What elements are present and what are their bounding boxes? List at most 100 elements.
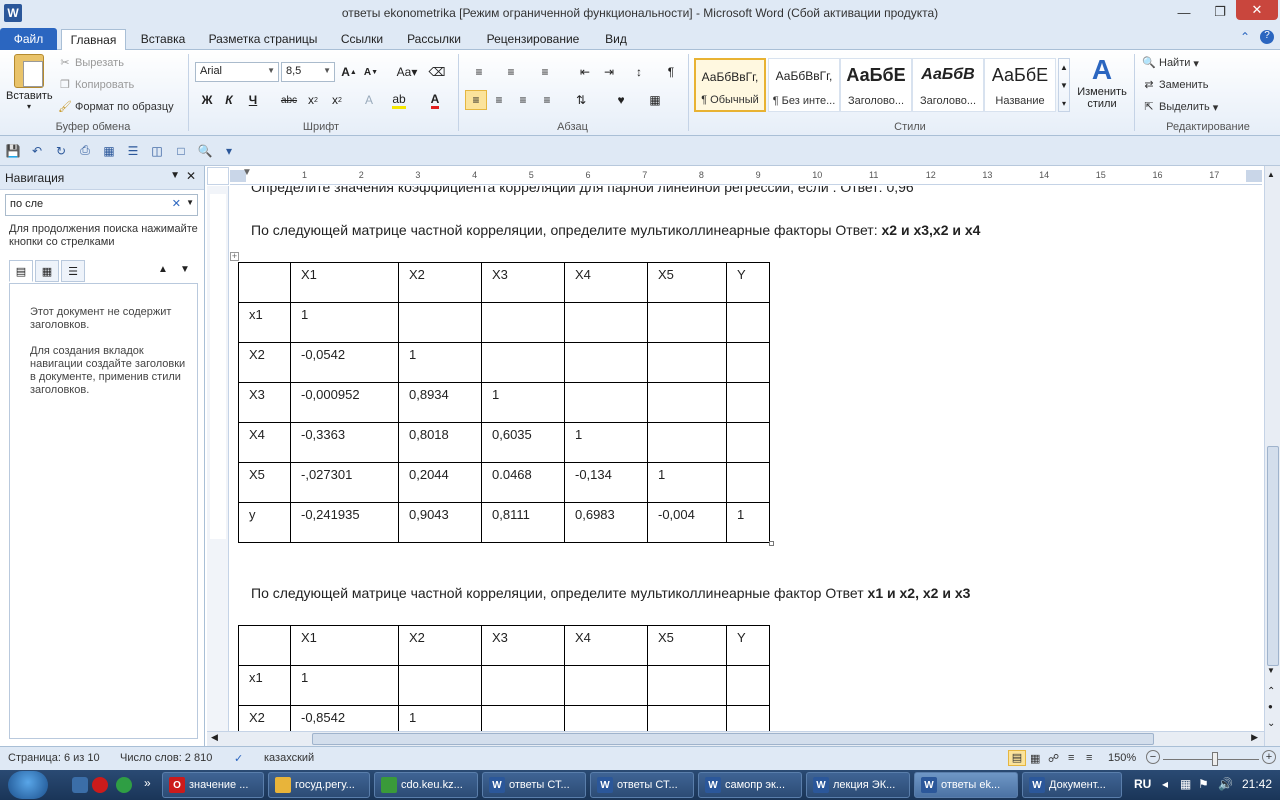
correlation-table-1[interactable]: X1 X2 X3 X4 X5 Yx1 1 X2 -0,0542 1 X3 -0,000952 0,893… [238, 262, 770, 543]
multilevel-list-icon[interactable]: ≡ [534, 62, 556, 82]
style-title[interactable]: АаБбЕ Название [984, 58, 1056, 112]
redo-icon[interactable]: ↻ [52, 142, 70, 160]
customize-qat-icon[interactable]: ▾ [220, 142, 238, 160]
taskbar-item[interactable]: Wответы ek... [914, 772, 1018, 798]
network-icon[interactable]: ▦ [1180, 777, 1191, 791]
subscript-button[interactable]: x2 [302, 90, 324, 110]
table-cell[interactable]: 0,6035 [481, 422, 565, 463]
taskbar-item[interactable]: Wответы СТ... [590, 772, 694, 798]
table-cell[interactable]: 1 [398, 705, 482, 731]
decrease-indent-icon[interactable]: ⇤ [574, 62, 596, 82]
scroll-up-icon[interactable]: ▲ [1267, 170, 1275, 179]
scroll-left-icon[interactable]: ◀ [211, 732, 218, 743]
results-tab-icon[interactable]: ☰ [61, 260, 85, 282]
table-cell[interactable]: 0,6983 [564, 502, 648, 543]
table-cell[interactable] [481, 705, 565, 731]
clock[interactable]: 21:42 [1242, 777, 1272, 791]
nav-search-input[interactable]: по сле ✕ ▼ [5, 194, 198, 216]
format-painter-button[interactable]: 🖌 Формат по образцу [58, 100, 174, 114]
numbering-icon[interactable]: ≡ [500, 62, 522, 82]
table-cell[interactable]: X5 [238, 462, 291, 503]
style-normal[interactable]: АаБбВвГг, ¶ Обычный [694, 58, 766, 112]
draft-icon[interactable]: ≡ [1086, 752, 1092, 764]
paste-button[interactable]: Вставить ▾ [6, 54, 53, 111]
horizontal-scrollbar[interactable]: ◀ ▶ [207, 731, 1264, 746]
increase-indent-icon[interactable]: ⇥ [598, 62, 620, 82]
tab-references[interactable]: Ссылки [334, 28, 390, 50]
borders-icon[interactable]: ▦ [644, 90, 666, 110]
table-header-cell[interactable]: X5 [647, 262, 727, 303]
sort-icon[interactable]: ↕ [628, 62, 650, 82]
ruler-toggle[interactable] [207, 167, 229, 185]
table-cell[interactable]: 1 [726, 502, 770, 543]
select-button[interactable]: ⇱ Выделить ▾ [1142, 100, 1218, 114]
superscript-button[interactable]: x2 [326, 90, 348, 110]
tab-insert[interactable]: Вставка [134, 28, 192, 50]
change-case-button[interactable]: Aa▾ [392, 62, 422, 82]
taskbar-item[interactable]: Wответы СТ... [482, 772, 586, 798]
table-cell[interactable]: X2 [238, 705, 291, 731]
table-header-cell[interactable]: X3 [481, 262, 565, 303]
indent-marker-icon[interactable]: ▼ [242, 167, 252, 178]
pilcrow-icon[interactable]: ¶ [660, 62, 682, 82]
full-screen-icon[interactable]: ▦ [1030, 752, 1040, 765]
chevron-down-icon[interactable]: ▼ [186, 198, 194, 207]
columns-icon[interactable]: ◫ [148, 142, 166, 160]
vertical-scroll-thumb[interactable] [1267, 446, 1279, 666]
table-cell[interactable] [564, 382, 648, 423]
table-cell[interactable]: -0,8542 [290, 705, 399, 731]
language-indicator-tray[interactable]: RU [1134, 777, 1151, 791]
scroll-right-icon[interactable]: ▶ [1251, 732, 1258, 743]
taskbar-item[interactable]: cdo.keu.kz... [374, 772, 478, 798]
table-header-cell[interactable]: X4 [564, 262, 648, 303]
change-styles-button[interactable]: A Изменить стили [1074, 54, 1130, 114]
shading-icon[interactable]: ♥ [610, 90, 632, 110]
table-header-cell[interactable]: X5 [647, 625, 727, 666]
help-icon[interactable]: ? [1260, 30, 1274, 44]
table-cell[interactable]: -0,3363 [290, 422, 399, 463]
table-cell[interactable] [481, 665, 565, 706]
highlight-icon[interactable]: ab [388, 90, 410, 110]
table-icon[interactable]: ▦ [100, 142, 118, 160]
word-app-icon[interactable]: W [4, 4, 22, 22]
table-cell[interactable] [726, 382, 770, 423]
horizontal-scroll-thumb[interactable] [312, 733, 1154, 745]
save-icon[interactable]: 💾 [4, 142, 22, 160]
table-cell[interactable] [398, 302, 482, 343]
clear-format-icon[interactable]: ⌫ [426, 62, 448, 82]
text-effects-icon[interactable]: A [358, 90, 380, 110]
table-cell[interactable]: X4 [238, 422, 291, 463]
previous-page-icon[interactable]: ⌃ [1267, 686, 1275, 697]
tab-home[interactable]: Главная [61, 29, 126, 51]
undo-icon[interactable]: ↶ [28, 142, 46, 160]
table-cell[interactable]: -0,004 [647, 502, 727, 543]
tray-expand-icon[interactable]: ◂ [1162, 777, 1168, 791]
ribbon-collapse-icon[interactable]: ⌃ [1240, 30, 1250, 44]
table-cell[interactable] [564, 665, 648, 706]
word-count[interactable]: Число слов: 2 810 [120, 752, 212, 764]
style-no-spacing[interactable]: АаБбВвГг, ¶ Без инте... [768, 58, 840, 112]
next-page-icon[interactable]: ⌄ [1267, 718, 1275, 729]
clear-search-icon[interactable]: ✕ [172, 197, 181, 210]
opera-icon[interactable] [92, 777, 108, 793]
table-cell[interactable] [647, 422, 727, 463]
table-cell[interactable]: -0,0542 [290, 342, 399, 383]
quick-launch-more-icon[interactable]: » [144, 776, 151, 790]
taskbar-item[interactable]: Wсамопр эк... [698, 772, 802, 798]
align-left-icon[interactable]: ≡ [465, 90, 487, 110]
table-cell[interactable] [481, 342, 565, 383]
print-layout-icon[interactable]: ▤ [1008, 750, 1026, 766]
taskbar-item[interactable]: Oзначение ... [162, 772, 264, 798]
table-header-cell[interactable]: X4 [564, 625, 648, 666]
font-name-combo[interactable]: Arial ▼ [195, 62, 279, 82]
table-cell[interactable]: x1 [238, 302, 291, 343]
table-cell[interactable] [726, 342, 770, 383]
bullets-icon[interactable]: ≡ [468, 62, 490, 82]
table-cell[interactable] [726, 665, 770, 706]
table-cell[interactable] [647, 302, 727, 343]
copy-button[interactable]: ❐ Копировать [58, 78, 134, 92]
close-icon[interactable]: ✕ [1236, 0, 1278, 20]
previous-result-icon[interactable]: ▲ [158, 264, 168, 275]
table-header-cell[interactable]: Y [726, 625, 770, 666]
taskbar-item[interactable]: госуд.регу... [268, 772, 370, 798]
